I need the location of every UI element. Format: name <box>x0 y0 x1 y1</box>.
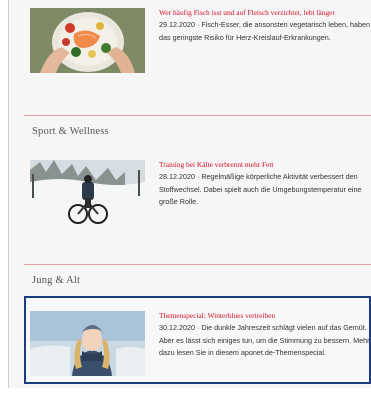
winter-cyclist-photo[interactable] <box>30 160 145 225</box>
winter-woman-photo[interactable] <box>30 311 145 376</box>
article-title-link[interactable]: Training bei Kälte verbrennt mehr Fett <box>159 160 371 170</box>
section-divider <box>24 264 371 265</box>
page-bottom-margin <box>8 388 371 396</box>
article-text: Themenspecial: Winterblues vertreiben 30… <box>159 311 371 360</box>
article-text: Wer häufig Fisch isst und auf Fleisch ve… <box>159 8 371 44</box>
section-divider <box>24 115 371 116</box>
article-teaser: 28.12.2020 · Regelmäßige körperliche Akt… <box>159 172 362 206</box>
article-text: Training bei Kälte verbrennt mehr Fett 2… <box>159 160 371 209</box>
section-title-sport-wellness: Sport & Wellness <box>32 126 109 137</box>
article-title-link[interactable]: Wer häufig Fisch isst und auf Fleisch ve… <box>159 8 371 18</box>
article-title-link[interactable]: Themenspecial: Winterblues vertreiben <box>159 311 371 321</box>
article-teaser: 29.12.2020 · Fisch-Esser, die ansonsten … <box>159 20 370 42</box>
section-title-jung-alt: Jung & Alt <box>32 275 81 286</box>
food-plate-photo[interactable] <box>30 8 145 73</box>
article-teaser: 30.12.2020 · Die dunkle Jahreszeit schlä… <box>159 323 370 357</box>
